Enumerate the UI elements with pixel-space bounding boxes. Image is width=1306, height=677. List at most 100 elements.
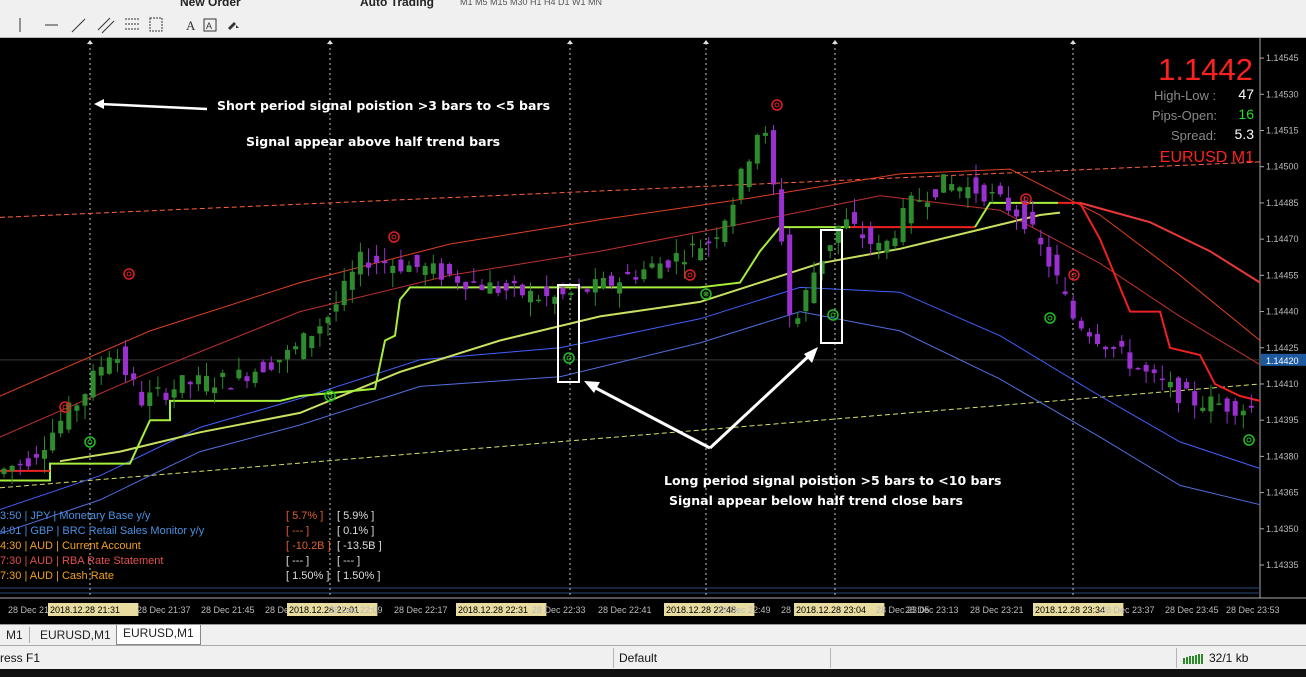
fibonacci-icon[interactable]: [125, 18, 139, 30]
candle-body: [1014, 209, 1019, 217]
info-panel: 1.1442 High-Low : 47 Pips-Open: 16 Sprea…: [1152, 52, 1254, 166]
time-label: 28 Dec 21:45: [201, 605, 255, 615]
candle-body: [1167, 381, 1173, 388]
candle-body: [195, 375, 201, 385]
candle-body: [1119, 340, 1125, 347]
candle-body: [511, 280, 517, 284]
candle-body: [519, 284, 525, 296]
annotation-short-1: Short period signal poistion >3 bars to …: [217, 98, 550, 113]
candle-body: [212, 387, 218, 394]
candle-body: [228, 388, 234, 390]
candle-body: [665, 260, 671, 268]
news-row: 7:30 | AUD | Cash Rate: [0, 570, 114, 582]
ma-lower: [0, 286, 1261, 510]
event-marker-1: [327, 40, 333, 44]
trendline-icon[interactable]: [71, 18, 86, 33]
sell-signal-6: [1068, 269, 1080, 281]
candle-body: [843, 219, 849, 229]
tab-m1[interactable]: M1: [0, 627, 30, 643]
news-row: 7:30 | AUD | RBA Rate Statement: [0, 555, 163, 567]
candle-body: [876, 242, 882, 251]
ma-dashed-upper: [0, 161, 1261, 218]
candle-body: [74, 405, 80, 411]
candle-body: [1022, 200, 1028, 230]
candle-body: [1054, 254, 1060, 276]
candle-body: [1103, 346, 1109, 350]
price-chart[interactable]: Short period signal poistion >3 bars to …: [0, 38, 1306, 623]
candle-body: [1135, 367, 1141, 370]
taskbar: [0, 669, 1306, 677]
candle-body: [657, 263, 663, 279]
candle-body: [1030, 211, 1036, 225]
candle-body: [147, 392, 153, 407]
price-tick-label: 1.14395: [1266, 415, 1299, 425]
candle-body: [1240, 410, 1246, 416]
timeframe-bar[interactable]: M1 M5 M15 M30 H1 H4 D1 W1 MN: [460, 0, 602, 12]
buy-signal-core-4: [830, 312, 836, 318]
time-label: 28 Dec 21:37: [137, 605, 191, 615]
candle-body: [163, 392, 169, 400]
equidistant-channel-icon[interactable]: [97, 17, 115, 34]
time-label: 28 Dec 23:45: [1165, 605, 1219, 615]
text-label-icon[interactable]: A: [203, 18, 217, 32]
candle-body: [487, 282, 493, 294]
news-row: 4:01 | GBP | BRC Retail Sales Monitor y/…: [0, 525, 205, 537]
candle-body: [495, 285, 501, 293]
time-label: 28 Dec 22:49: [717, 605, 771, 615]
time-label: 2018.12.28 21:31: [50, 605, 120, 615]
price-tick-label: 1.14365: [1266, 488, 1299, 498]
ma-fast: [59, 211, 1061, 463]
candle-body: [787, 234, 793, 315]
text-icon[interactable]: A: [186, 18, 196, 33]
price-tick-label: 1.14410: [1266, 379, 1299, 389]
tab-eurusd-m1-active[interactable]: EURUSD,M1: [116, 625, 201, 645]
candle-body: [17, 463, 23, 466]
long-signal-box-1: [557, 284, 580, 383]
drawing-tools[interactable]: A A: [0, 14, 260, 36]
candle-body: [106, 357, 112, 374]
candle-body: [1208, 396, 1214, 412]
candle-body: [1095, 333, 1100, 345]
time-label: 28 Dec 22:33: [532, 605, 586, 615]
candle-body: [187, 381, 193, 385]
candle-body: [366, 262, 371, 268]
news-previous: [ --- ]: [337, 555, 360, 567]
candle-body: [406, 265, 412, 272]
news-previous: [ 5.9% ]: [337, 510, 374, 522]
candle-body: [1143, 364, 1149, 372]
high-low-label: High-Low :: [1154, 88, 1216, 103]
spread-value: 5.3: [1235, 126, 1255, 142]
new-order-button[interactable]: New Order: [180, 0, 241, 12]
chart-window[interactable]: Short period signal poistion >3 bars to …: [0, 38, 1306, 623]
price-tick-label: 1.14335: [1266, 560, 1299, 570]
long-signal-arrow-right: [708, 351, 814, 450]
time-label: 2018.12.28 23:04: [796, 605, 866, 615]
annotation-long-1: Long period signal poistion >5 bars to <…: [664, 473, 1002, 488]
candle-body: [1216, 403, 1222, 405]
price-tick-label: 1.14530: [1266, 89, 1299, 99]
candle-body: [552, 297, 558, 304]
symbol-timeframe: EURUSD M1: [1160, 149, 1254, 166]
candle-body: [58, 420, 64, 434]
candle-body: [25, 458, 31, 467]
candle-body: [592, 279, 598, 293]
event-marker-4: [832, 40, 838, 44]
candle-body: [236, 369, 242, 379]
auto-trading-button[interactable]: Auto Trading: [360, 0, 434, 12]
candle-body: [293, 346, 299, 350]
buy-signal-2: [563, 352, 575, 364]
candle-body: [390, 265, 396, 273]
candle-body: [171, 389, 177, 398]
tab-eurusd-m1[interactable]: EURUSD,M1: [34, 627, 118, 643]
annotation-short-2: Signal appear above half trend bars: [246, 134, 500, 149]
candle-body: [690, 243, 695, 246]
candle-body: [803, 290, 809, 312]
candle-body: [528, 290, 533, 303]
gann-icon[interactable]: [149, 17, 163, 32]
status-traffic: 32/1 kb: [1209, 651, 1249, 665]
short-signal-arrow: [99, 102, 208, 111]
arrows-icon[interactable]: [228, 22, 239, 30]
candle-body: [333, 304, 339, 312]
sell-signal-1: [123, 268, 135, 280]
candle-body: [155, 387, 161, 389]
